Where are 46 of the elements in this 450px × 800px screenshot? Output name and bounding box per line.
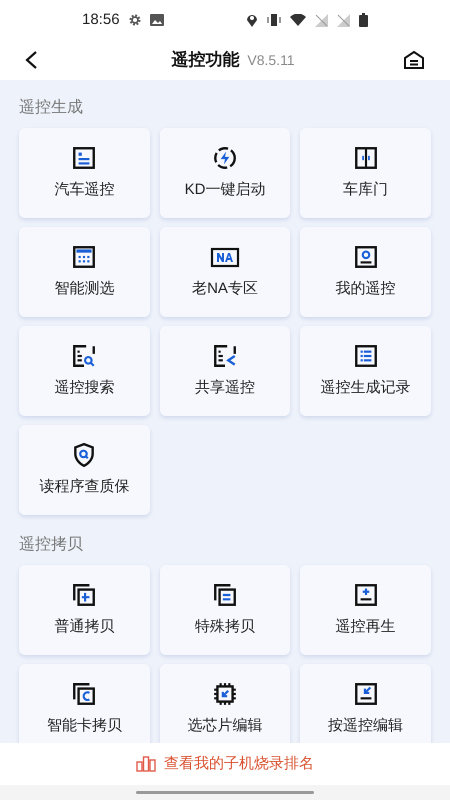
feature-tile[interactable]: 按遥控编辑 (300, 664, 431, 743)
feature-tile[interactable]: 智能测选 (19, 227, 150, 317)
document-share-icon (212, 342, 238, 369)
feature-tile[interactable]: 特殊拷贝 (160, 565, 290, 655)
home-button[interactable] (402, 48, 426, 72)
page-title: 遥控功能 (171, 49, 240, 72)
feature-tile[interactable]: 我的遥控 (300, 227, 431, 317)
feature-tile[interactable]: 汽车遥控 (19, 128, 150, 218)
version-label: V8.5.11 (247, 51, 295, 70)
battery-icon (359, 13, 368, 27)
feature-tile[interactable]: 遥控搜索 (19, 326, 150, 416)
settings-icon (128, 13, 142, 27)
chip-icon (212, 680, 238, 707)
copy-plus-icon (71, 582, 98, 608)
ranking-link[interactable]: 查看我的子机烧录排名 (136, 752, 314, 776)
section-title: 遥控拷贝 (19, 535, 84, 555)
list-icon (71, 144, 98, 171)
plus-minus-icon (352, 582, 379, 608)
list-icon (352, 342, 379, 369)
feature-tile[interactable]: 车库门 (300, 128, 431, 218)
lightning-icon (212, 144, 238, 171)
bar-chart-icon (136, 756, 156, 772)
document-search-icon (71, 342, 98, 369)
vibrate-icon (267, 14, 281, 26)
no-signal-icon (337, 14, 350, 26)
feature-tile[interactable]: 选芯片编辑 (160, 664, 290, 743)
feature-tile[interactable]: 老NA专区 (160, 227, 290, 317)
feature-tile[interactable]: 共享遥控 (160, 326, 290, 416)
status-time: 18:56 (82, 10, 120, 30)
copy-list-icon (212, 582, 238, 608)
location-icon (246, 13, 258, 27)
feature-tile[interactable]: 普通拷贝 (19, 565, 150, 655)
feature-tile[interactable]: 遥控生成记录 (300, 326, 431, 416)
edit-card-icon (352, 680, 379, 707)
feature-tile[interactable]: KD一键启动 (160, 128, 290, 218)
copy-card-icon (71, 680, 98, 707)
user-card-icon (352, 244, 379, 270)
no-signal-icon (315, 14, 328, 26)
door-icon (352, 144, 379, 171)
section-title: 遥控生成 (19, 98, 84, 118)
calculator-icon (71, 244, 98, 270)
wifi-icon (290, 14, 306, 26)
feature-tile[interactable]: 遥控再生 (300, 565, 431, 655)
feature-tile[interactable]: 读程序查质保 (19, 425, 150, 515)
feature-tile[interactable]: 智能卡拷贝 (19, 664, 150, 743)
image-icon (150, 14, 164, 26)
